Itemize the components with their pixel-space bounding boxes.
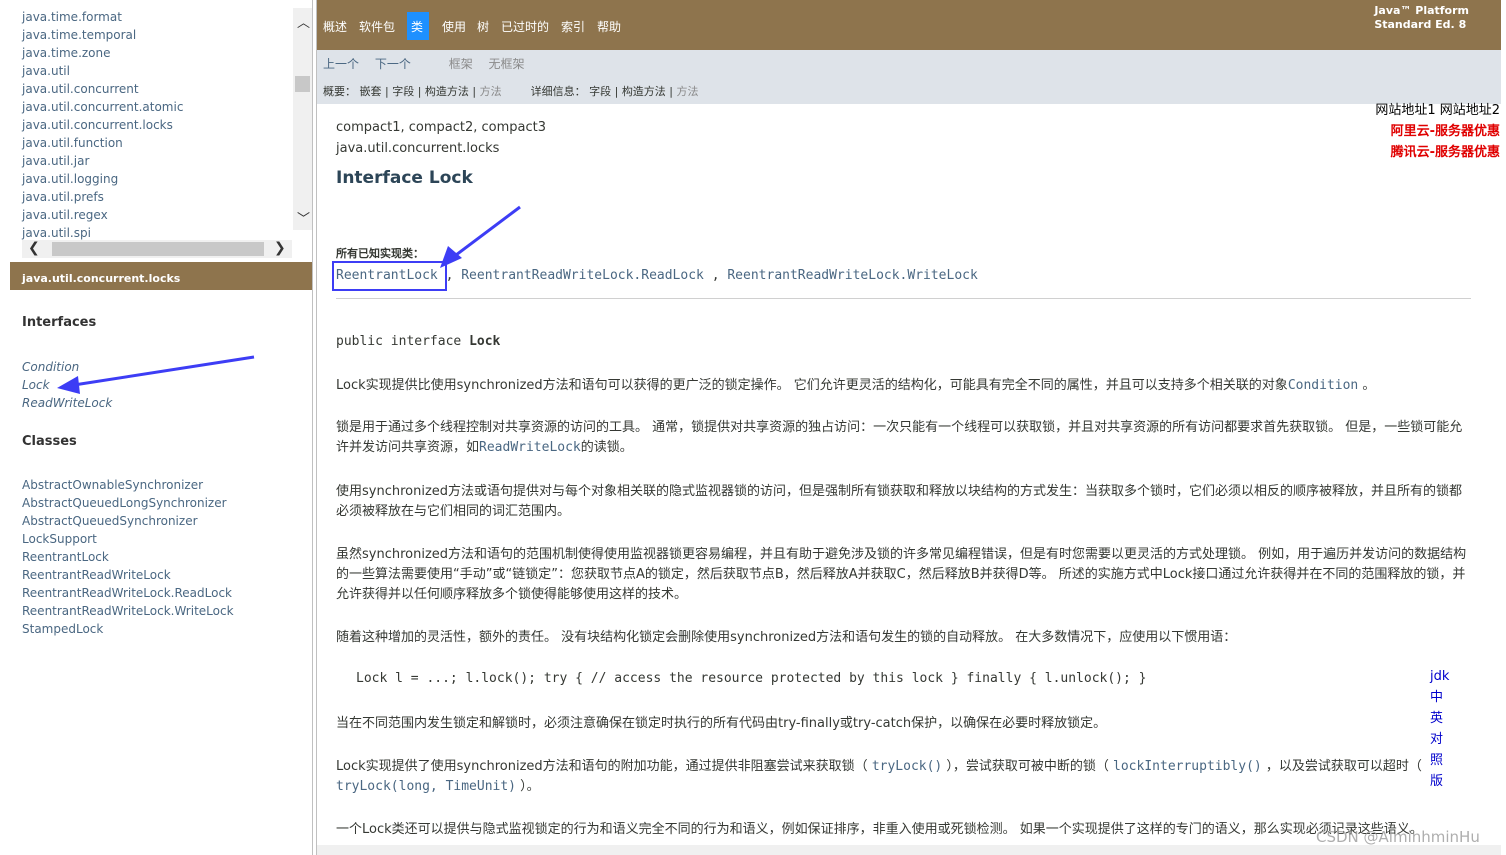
annotation-arrows — [57, 205, 521, 394]
arrow-to-lock-icon — [57, 355, 255, 394]
arrow-to-reentrantlock-icon — [440, 205, 521, 268]
